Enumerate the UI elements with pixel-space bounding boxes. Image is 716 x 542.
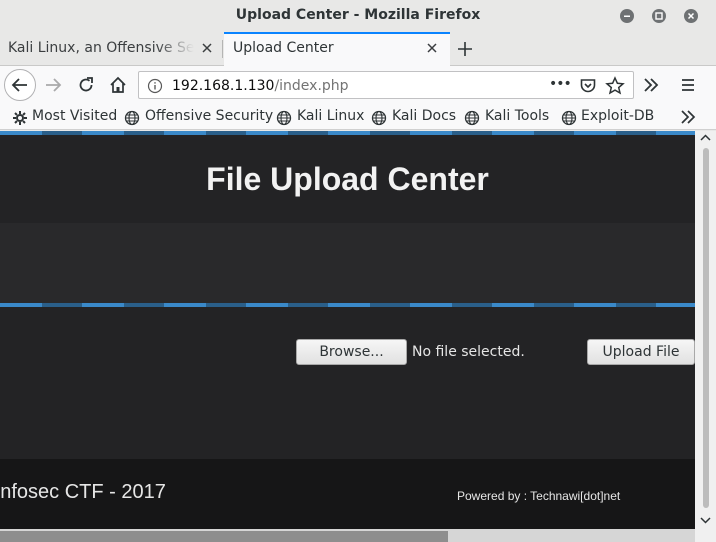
page-viewport: File Upload Center Browse... No file sel… bbox=[0, 131, 695, 529]
back-button[interactable] bbox=[4, 69, 36, 101]
scroll-down-icon[interactable] bbox=[700, 516, 711, 524]
close-icon[interactable] bbox=[200, 41, 214, 55]
url-host: 192.168.1.130 bbox=[172, 78, 275, 94]
new-tab-icon[interactable] bbox=[456, 40, 474, 58]
tab-separator bbox=[222, 40, 223, 58]
horizontal-scroll-thumb[interactable] bbox=[0, 531, 448, 542]
overflow-chevron-icon[interactable] bbox=[641, 75, 661, 95]
window-title: Upload Center - Mozilla Firefox bbox=[235, 7, 481, 23]
browse-button[interactable]: Browse... bbox=[296, 339, 407, 365]
menu-icon[interactable] bbox=[678, 75, 698, 95]
page-footer: n Infosec CTF - 2017 Powered by : Techna… bbox=[0, 459, 695, 529]
globe-icon bbox=[276, 110, 292, 126]
bookmark-star-icon[interactable] bbox=[605, 76, 625, 96]
tab-label: Upload Center bbox=[233, 40, 334, 56]
bookmark-label: Exploit-DB bbox=[581, 108, 655, 124]
forward-arrow-icon[interactable] bbox=[43, 75, 63, 95]
upload-file-button[interactable]: Upload File bbox=[587, 339, 695, 365]
globe-icon bbox=[464, 110, 480, 126]
page-header: File Upload Center bbox=[0, 135, 695, 223]
bookmark-label: Kali Docs bbox=[392, 108, 457, 124]
tab-strip: Kali Linux, an Offensive Security Upload… bbox=[0, 32, 716, 67]
tab-label: Kali Linux, an Offensive Security bbox=[8, 40, 194, 56]
pocket-icon[interactable] bbox=[579, 77, 597, 95]
close-icon[interactable] bbox=[425, 41, 439, 55]
vertical-scroll-thumb[interactable] bbox=[703, 148, 709, 508]
footer-ctf-text: n Infosec CTF - 2017 bbox=[0, 481, 166, 503]
page-actions-icon[interactable]: ••• bbox=[549, 76, 572, 92]
bookmarks-toolbar: Most Visited Offensive Security Kali Lin… bbox=[0, 104, 716, 130]
upload-form-area bbox=[0, 307, 695, 459]
info-icon[interactable] bbox=[147, 78, 163, 94]
bookmark-label: Kali Tools bbox=[485, 108, 550, 124]
navigation-toolbar: 192.168.1.130/index.php ••• bbox=[0, 66, 716, 104]
scroll-up-icon[interactable] bbox=[700, 134, 711, 142]
bookmark-label: Kali Linux bbox=[297, 108, 365, 124]
globe-icon bbox=[561, 110, 577, 126]
minimize-icon[interactable] bbox=[620, 9, 634, 23]
url-path: /index.php bbox=[274, 78, 349, 94]
page-title: File Upload Center bbox=[206, 161, 489, 197]
window-titlebar: Upload Center - Mozilla Firefox bbox=[0, 0, 716, 32]
back-arrow-icon bbox=[11, 78, 27, 92]
bookmark-label: Most Visited bbox=[32, 108, 118, 124]
tab-upload-center[interactable]: Upload Center bbox=[224, 32, 450, 67]
globe-icon bbox=[371, 110, 387, 126]
reload-icon[interactable] bbox=[76, 75, 96, 95]
home-icon[interactable] bbox=[108, 75, 128, 95]
footer-powered-by: Powered by : Technawi[dot]net bbox=[457, 489, 621, 503]
file-status-text: No file selected. bbox=[412, 344, 525, 360]
maximize-icon[interactable] bbox=[652, 9, 666, 23]
header-band bbox=[0, 223, 695, 303]
window-close-icon[interactable] bbox=[684, 9, 698, 23]
gear-icon bbox=[13, 111, 27, 125]
tab-kali-linux[interactable]: Kali Linux, an Offensive Security bbox=[0, 32, 222, 66]
address-bar[interactable]: 192.168.1.130/index.php ••• bbox=[138, 71, 634, 99]
url-text[interactable]: 192.168.1.130/index.php bbox=[172, 78, 349, 94]
bookmark-label: Offensive Security bbox=[145, 108, 274, 124]
bookmarks-overflow-icon[interactable] bbox=[679, 109, 697, 125]
globe-icon bbox=[124, 110, 140, 126]
